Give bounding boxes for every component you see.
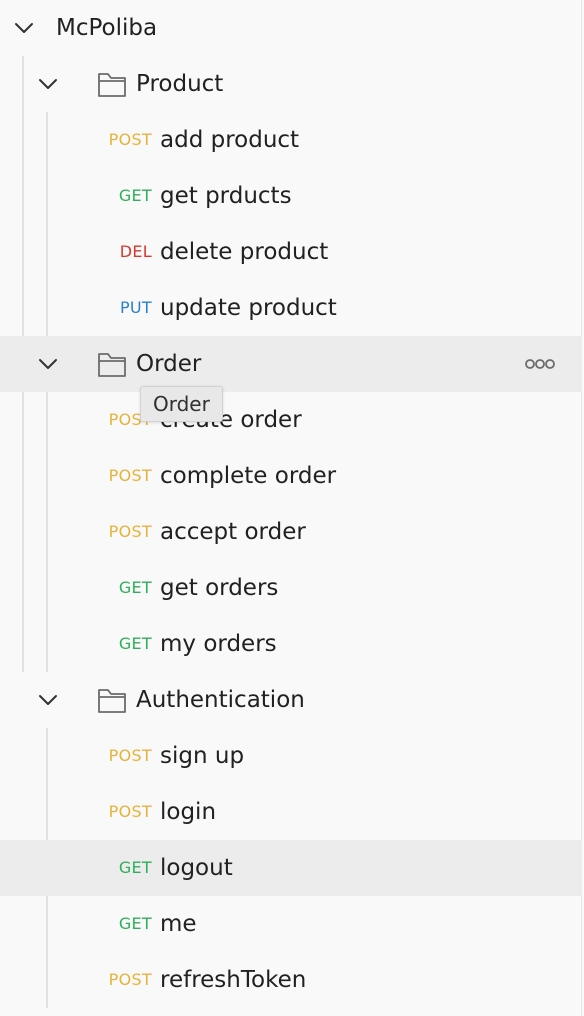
request-item[interactable]: POST accept order: [0, 504, 582, 560]
request-item[interactable]: POST create order: [0, 392, 582, 448]
request-label: accept order: [160, 519, 306, 545]
collection-row[interactable]: McPoliba: [0, 0, 582, 56]
chevron-down-icon[interactable]: [36, 72, 60, 96]
request-item[interactable]: GET get orders: [0, 560, 582, 616]
request-label: delete product: [160, 239, 329, 265]
request-label: refreshToken: [160, 967, 307, 993]
folder-tooltip: Order: [140, 386, 223, 422]
chevron-down-icon[interactable]: [36, 688, 60, 712]
method-badge: POST: [108, 802, 152, 821]
request-item[interactable]: GET get prducts: [0, 168, 582, 224]
request-label: login: [160, 799, 217, 825]
request-item[interactable]: POST login: [0, 784, 582, 840]
request-item[interactable]: DEL delete product: [0, 224, 582, 280]
collection-name: McPoliba: [56, 15, 158, 41]
method-badge: POST: [108, 970, 152, 989]
request-item[interactable]: GET me: [0, 896, 582, 952]
more-options-icon[interactable]: [522, 354, 558, 374]
method-badge: GET: [118, 578, 152, 597]
folder-label: Product: [136, 71, 224, 97]
chevron-down-icon[interactable]: [12, 16, 36, 40]
request-label: complete order: [160, 463, 337, 489]
folder-row-product[interactable]: Product: [0, 56, 582, 112]
folder-icon: [97, 686, 127, 714]
folder-label: Order: [136, 351, 202, 377]
request-item[interactable]: PUT update product: [0, 280, 582, 336]
method-badge: GET: [118, 914, 152, 933]
method-badge: GET: [118, 634, 152, 653]
request-label: get prducts: [160, 183, 292, 209]
request-item[interactable]: POST refreshToken: [0, 952, 582, 1008]
request-label: add product: [160, 127, 300, 153]
request-label: get orders: [160, 575, 279, 601]
request-item[interactable]: POST sign up: [0, 728, 582, 784]
method-badge: GET: [118, 858, 152, 877]
request-item[interactable]: GET logout: [0, 840, 582, 896]
method-badge: POST: [108, 746, 152, 765]
folder-label: Authentication: [136, 687, 305, 713]
request-label: my orders: [160, 631, 277, 657]
method-badge: GET: [118, 186, 152, 205]
request-label: sign up: [160, 743, 245, 769]
method-badge: DEL: [119, 242, 152, 261]
request-item[interactable]: GET my orders: [0, 616, 582, 672]
method-badge: POST: [108, 466, 152, 485]
chevron-down-icon[interactable]: [36, 352, 60, 376]
collection-tree: McPoliba Product POST add product GET ge…: [0, 0, 584, 1016]
request-label: logout: [160, 855, 233, 881]
request-item[interactable]: POST complete order: [0, 448, 582, 504]
folder-row-authentication[interactable]: Authentication: [0, 672, 582, 728]
method-badge: POST: [108, 130, 152, 149]
method-badge: POST: [108, 522, 152, 541]
folder-row-order[interactable]: Order: [0, 336, 582, 392]
request-item[interactable]: POST add product: [0, 112, 582, 168]
request-label: me: [160, 911, 197, 937]
request-label: update product: [160, 295, 337, 321]
folder-icon: [97, 70, 127, 98]
method-badge: PUT: [119, 298, 152, 317]
folder-icon: [97, 350, 127, 378]
